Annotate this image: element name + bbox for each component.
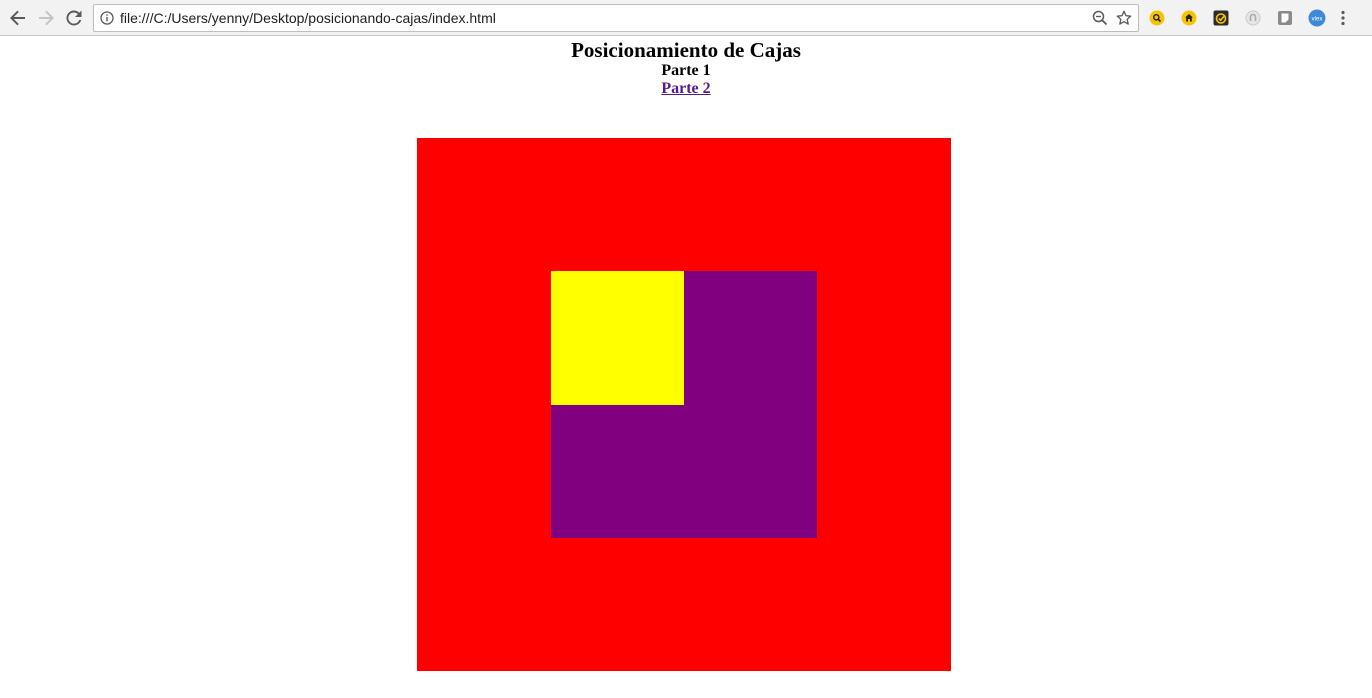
back-icon: [10, 10, 25, 26]
forward-icon: [39, 10, 54, 26]
inner-yellow-box: [551, 271, 684, 405]
parte-2-link-wrapper: Parte 2: [0, 80, 1372, 98]
outer-red-box: [417, 138, 951, 671]
zoom-icon[interactable]: [1092, 10, 1108, 26]
search-extension-button[interactable]: [1148, 9, 1166, 27]
back-button[interactable]: [6, 6, 30, 30]
star-icon[interactable]: [1116, 10, 1132, 26]
vlex-extension-icon: vlex: [1308, 9, 1326, 27]
parte-2-link[interactable]: Parte 2: [661, 80, 710, 97]
home-extension-button[interactable]: [1180, 9, 1198, 27]
gray-extension-button[interactable]: [1244, 9, 1262, 27]
url-text[interactable]: file:///C:/Users/yenny/Desktop/posiciona…: [120, 10, 496, 26]
menu-icon[interactable]: [1340, 10, 1346, 26]
search-extension-icon: [1149, 10, 1165, 26]
gray-extension-icon: [1245, 10, 1261, 26]
reload-button[interactable]: [62, 6, 86, 30]
note-extension-button[interactable]: [1276, 9, 1294, 27]
middle-purple-box: [551, 271, 817, 538]
home-extension-icon: [1181, 10, 1197, 26]
forward-button[interactable]: [34, 6, 58, 30]
svg-text:vlex: vlex: [1312, 16, 1323, 22]
info-icon[interactable]: [100, 11, 114, 25]
page-subtitle: Parte 1: [661, 62, 711, 79]
check-extension-icon: [1213, 10, 1229, 26]
address-bar[interactable]: file:///C:/Users/yenny/Desktop/posiciona…: [93, 4, 1139, 32]
vlex-extension-button[interactable]: vlex: [1308, 9, 1326, 27]
check-extension-button[interactable]: [1212, 9, 1230, 27]
browser-toolbar: file:///C:/Users/yenny/Desktop/posiciona…: [0, 0, 1372, 36]
note-extension-icon: [1278, 11, 1292, 25]
page-content: Posicionamiento de Cajas Parte 1 Parte 2: [0, 37, 1372, 698]
page-title: Posicionamiento de Cajas: [571, 38, 801, 62]
reload-icon: [66, 10, 82, 26]
